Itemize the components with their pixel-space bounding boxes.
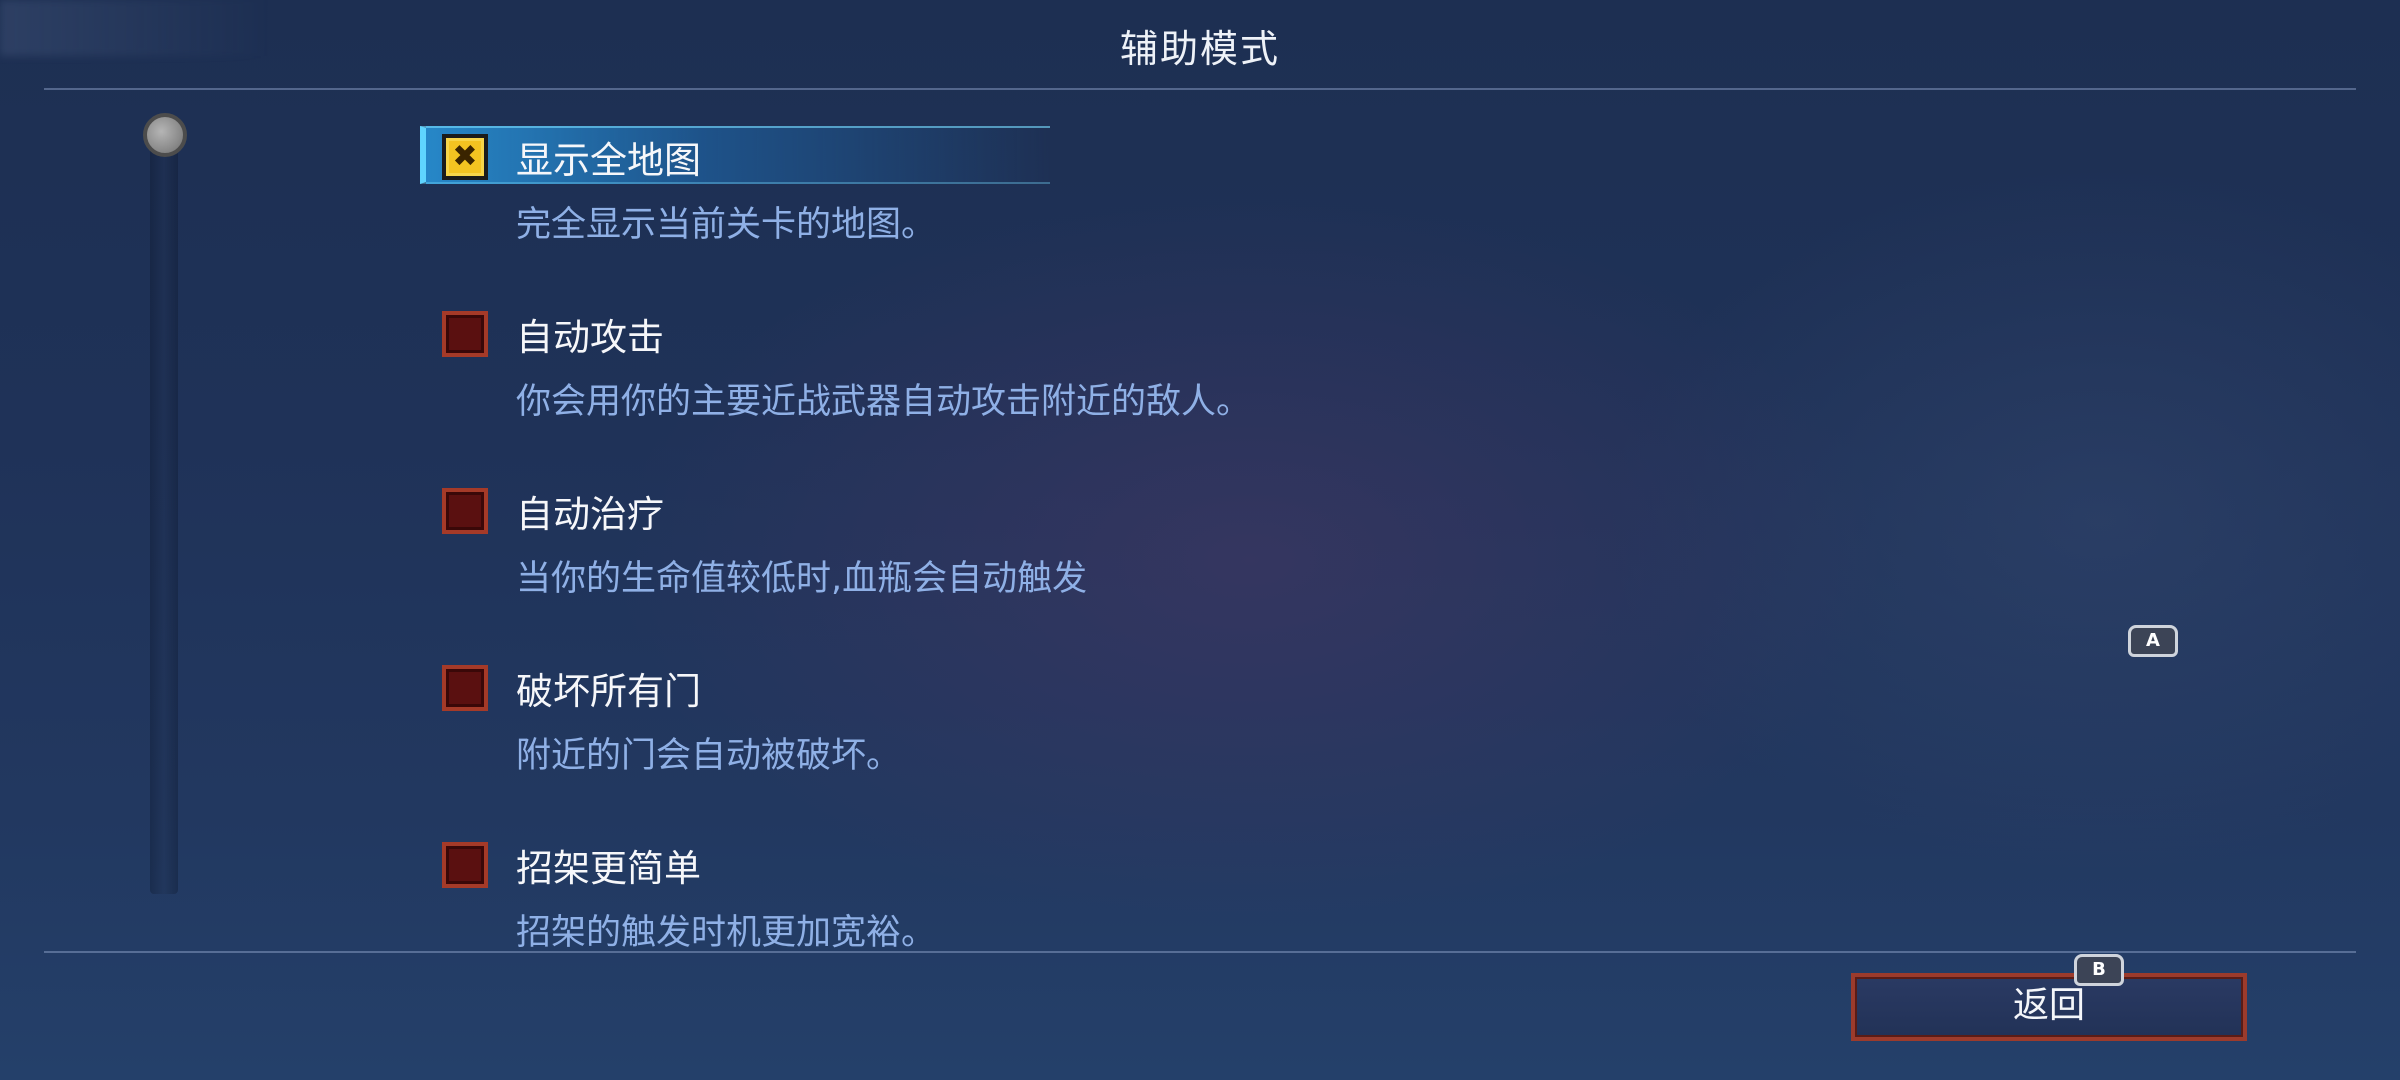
scrollbar-thumb[interactable] bbox=[143, 113, 187, 157]
checkbox-easier-parry[interactable] bbox=[442, 842, 488, 888]
option-easier-parry[interactable]: 招架更简单 招架的触发时机更加宽裕。 bbox=[420, 842, 1820, 1028]
option-description: 当你的生命值较低时,血瓶会自动触发 bbox=[516, 559, 1088, 599]
title-bar: 辅助模式 bbox=[0, 0, 2400, 88]
option-label: 招架更简单 bbox=[516, 847, 701, 890]
option-auto-heal[interactable]: 自动治疗 当你的生命值较低时,血瓶会自动触发 bbox=[420, 488, 1820, 674]
a-button-hint-icon: A bbox=[2128, 625, 2178, 657]
option-show-full-map[interactable]: ✖ 显示全地图 完全显示当前关卡的地图。 bbox=[420, 126, 1820, 320]
option-auto-attack[interactable]: 自动攻击 你会用你的主要近战武器自动攻击附近的敌人。 bbox=[420, 311, 1820, 497]
scrollbar-track[interactable] bbox=[150, 134, 178, 894]
checkbox-break-all-doors[interactable] bbox=[442, 665, 488, 711]
option-description: 附近的门会自动被破坏。 bbox=[516, 736, 902, 776]
option-label: 自动攻击 bbox=[516, 316, 664, 359]
option-break-all-doors[interactable]: 破坏所有门 附近的门会自动被破坏。 bbox=[420, 665, 1820, 851]
selection-highlight bbox=[420, 126, 1050, 184]
checkbox-auto-heal[interactable] bbox=[442, 488, 488, 534]
option-description: 你会用你的主要近战武器自动攻击附近的敌人。 bbox=[516, 382, 1252, 422]
top-divider bbox=[44, 88, 2356, 90]
checkbox-show-full-map[interactable]: ✖ bbox=[442, 134, 488, 180]
b-button-hint-icon: B bbox=[2074, 954, 2124, 986]
check-x-icon: ✖ bbox=[452, 139, 478, 174]
back-button[interactable]: 返回 bbox=[1851, 973, 2247, 1041]
option-label: 自动治疗 bbox=[516, 493, 664, 536]
option-description: 完全显示当前关卡的地图。 bbox=[516, 205, 937, 245]
checkbox-auto-attack[interactable] bbox=[442, 311, 488, 357]
page-title: 辅助模式 bbox=[1119, 27, 1280, 71]
option-label: 显示全地图 bbox=[516, 139, 701, 182]
option-label: 破坏所有门 bbox=[516, 670, 701, 713]
option-description: 招架的触发时机更加宽裕。 bbox=[516, 913, 937, 953]
bottom-divider bbox=[44, 951, 2356, 953]
